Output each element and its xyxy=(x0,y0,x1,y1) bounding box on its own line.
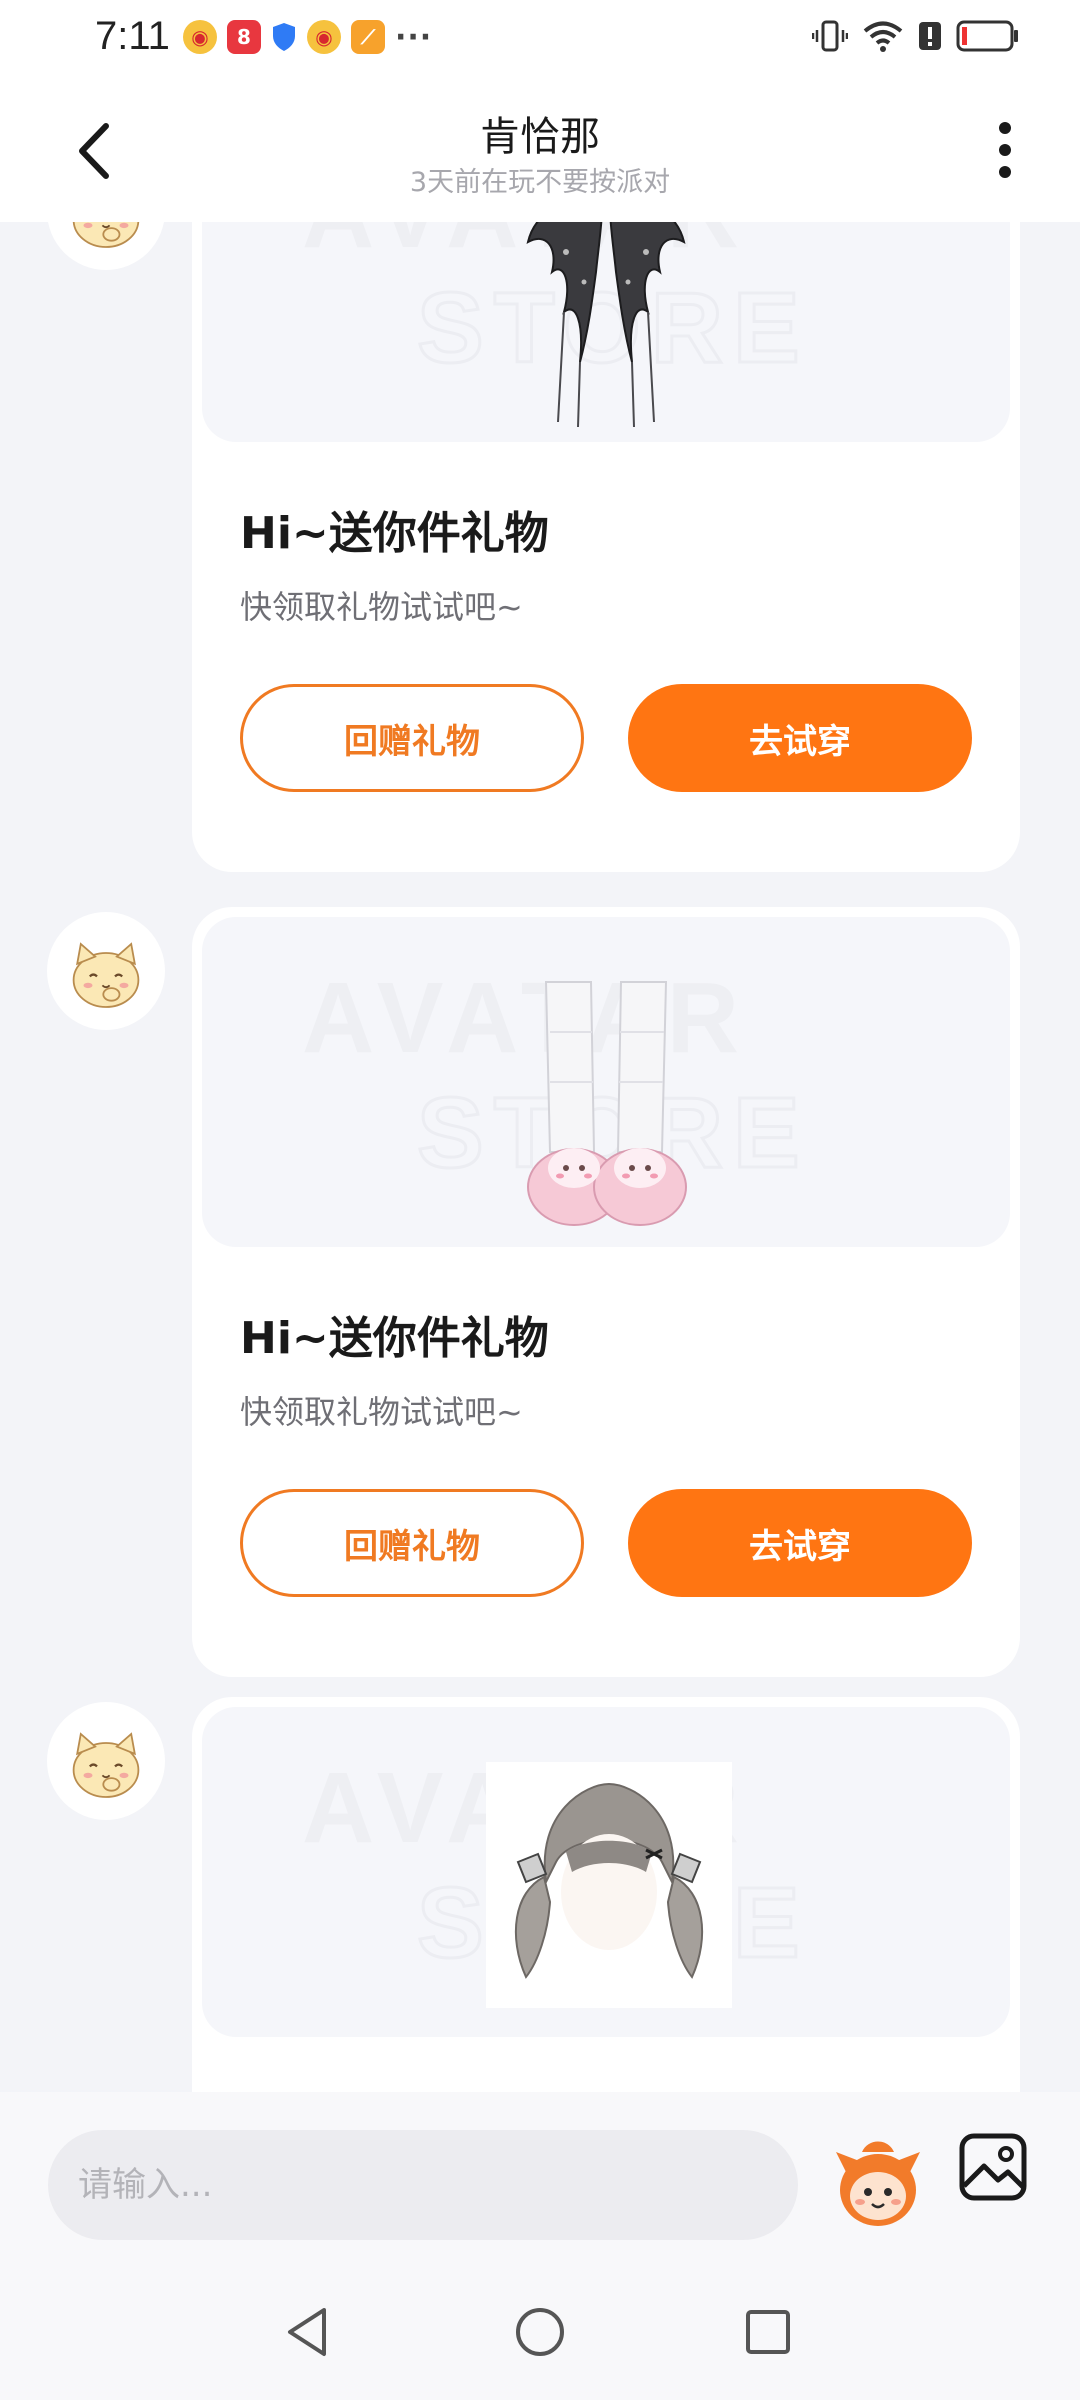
try-on-button[interactable]: 去试穿 xyxy=(628,1489,972,1597)
sender-avatar[interactable] xyxy=(47,912,165,1030)
wifi-icon xyxy=(863,21,903,52)
vibrate-icon xyxy=(812,20,848,52)
weibo-icon: ◉ xyxy=(183,20,217,54)
sender-avatar[interactable] xyxy=(47,1702,165,1820)
gift-message-card xyxy=(192,1697,1020,2092)
try-on-button[interactable]: 去试穿 xyxy=(628,684,972,792)
nav-home-button[interactable] xyxy=(510,2302,570,2362)
more-notifications-icon: ··· xyxy=(395,19,433,55)
gift-message-card: Hi~送你件礼物 快领取礼物试试吧~ 回赠礼物 去试穿 xyxy=(192,907,1020,1677)
message-input[interactable] xyxy=(48,2130,798,2240)
system-navigation-bar xyxy=(0,2262,1080,2400)
weibo-icon-2: ◉ xyxy=(307,20,341,54)
gift-item-image[interactable] xyxy=(202,1707,1010,2037)
gift-title: Hi~送你件礼物 xyxy=(240,1313,549,1364)
gift-description: 快领取礼物试试吧~ xyxy=(240,1393,523,1431)
return-gift-button[interactable]: 回赠礼物 xyxy=(240,1489,584,1597)
gift-title: Hi~送你件礼物 xyxy=(240,508,549,559)
twin-tail-hairstyle-icon xyxy=(515,1782,703,1979)
contact-name: 肯恰那 xyxy=(480,114,600,160)
shield-icon xyxy=(271,20,297,54)
shopping-app-icon: 8 xyxy=(227,20,261,54)
notification-icons: ◉ 8 ◉ ⟋ ··· xyxy=(183,19,433,55)
sender-avatar[interactable] xyxy=(47,222,165,270)
status-bar: 7:11 ◉ 8 ◉ ⟋ ··· xyxy=(0,0,1080,78)
gift-item-image[interactable] xyxy=(202,222,1010,442)
message-input-bar xyxy=(0,2092,1080,2262)
nav-recents-button[interactable] xyxy=(738,2302,798,2362)
cat-avatar-icon xyxy=(61,1716,151,1806)
nav-back-button[interactable] xyxy=(278,2302,338,2362)
chat-message-list[interactable]: Hi~送你件礼物 快领取礼物试试吧~ 回赠礼物 去试穿 Hi~送你件礼物 快领取… xyxy=(0,222,1080,2092)
status-time: 7:11 xyxy=(95,14,170,58)
return-gift-button[interactable]: 回赠礼物 xyxy=(240,684,584,792)
mascot-emoji-button[interactable] xyxy=(832,2132,924,2232)
orange-app-icon: ⟋ xyxy=(351,20,385,54)
gift-item-image[interactable] xyxy=(202,917,1010,1247)
bat-wings-icon xyxy=(526,222,686,428)
cat-avatar-icon xyxy=(61,926,151,1016)
chat-header: 肯恰那 3天前在玩不要按派对 xyxy=(0,78,1080,222)
hairstyle-thumbnail xyxy=(486,1762,732,2008)
system-icons xyxy=(812,18,1020,54)
image-picker-button[interactable] xyxy=(958,2132,1028,2202)
more-options-button[interactable] xyxy=(990,120,1020,180)
contact-last-active: 3天前在玩不要按派对 xyxy=(409,167,671,198)
battery-icon xyxy=(956,20,1018,52)
leg-warmers-slippers-icon xyxy=(527,981,687,1226)
cat-avatar-icon xyxy=(61,222,151,256)
alert-icon xyxy=(919,22,941,50)
gift-description: 快领取礼物试试吧~ xyxy=(240,588,523,626)
gift-message-card: Hi~送你件礼物 快领取礼物试试吧~ 回赠礼物 去试穿 xyxy=(192,222,1020,872)
